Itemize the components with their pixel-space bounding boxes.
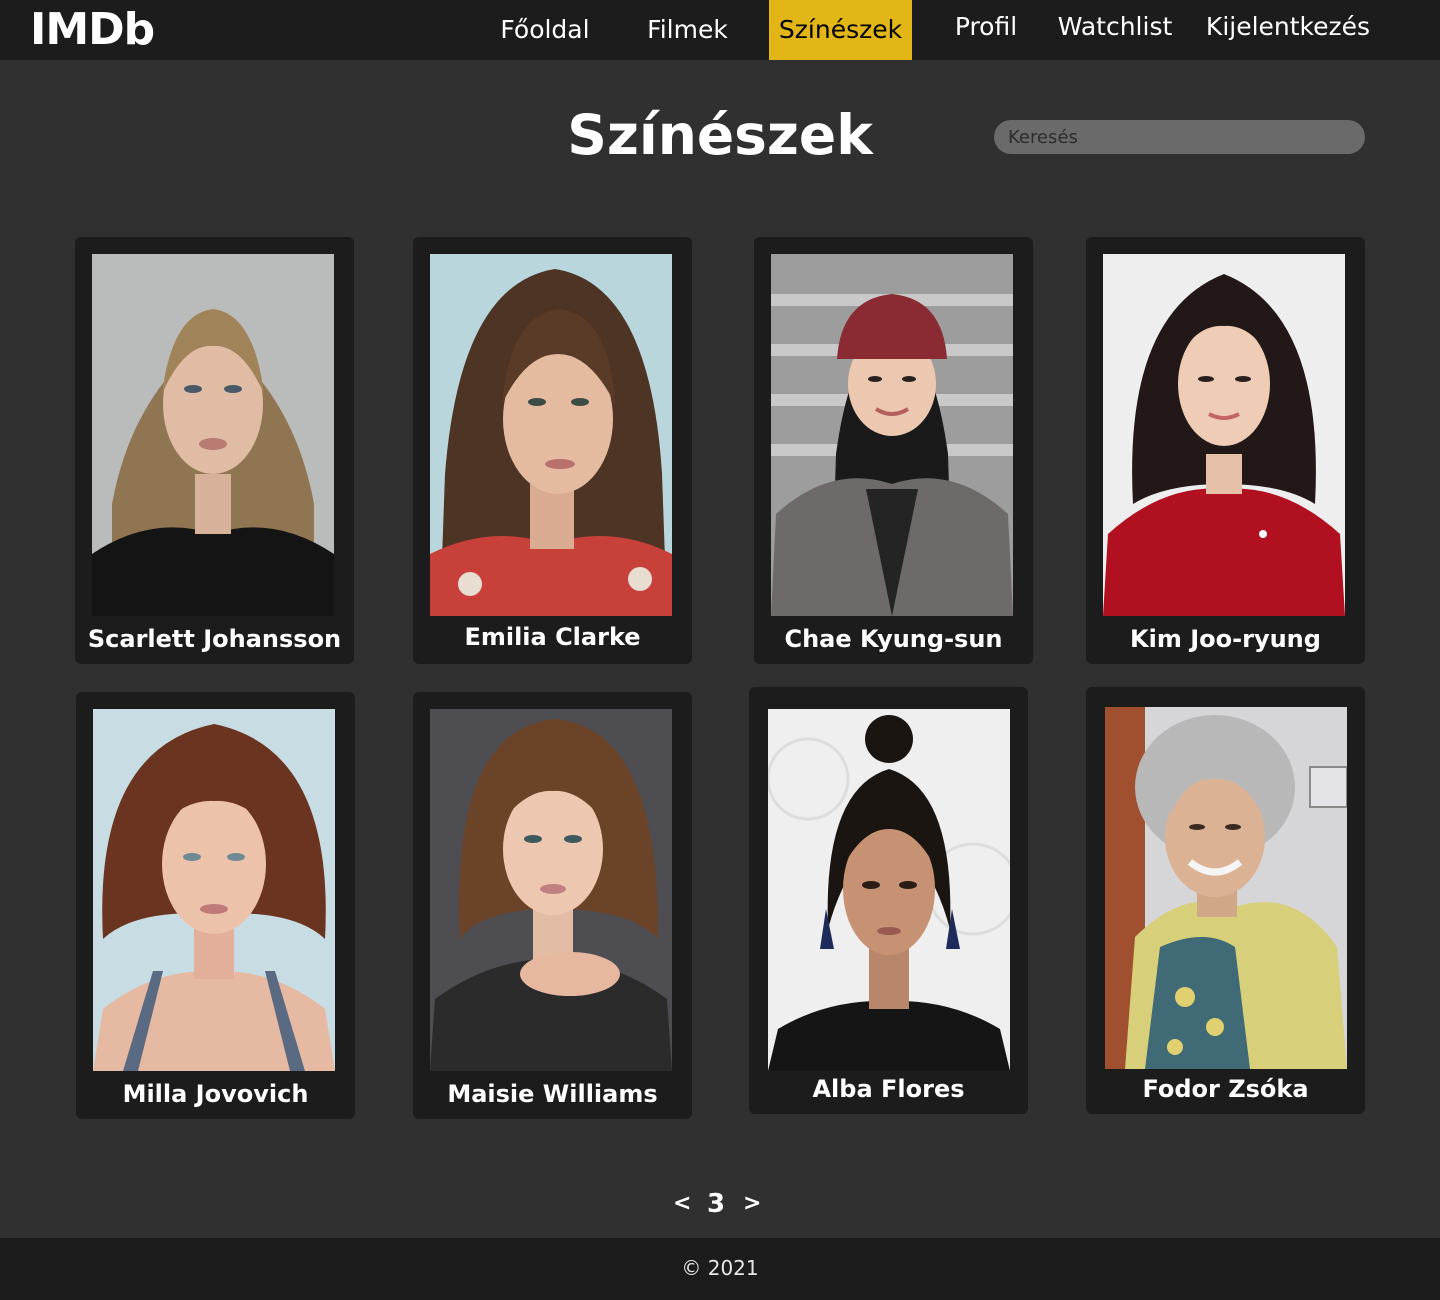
- actor-name: Milla Jovovich: [122, 1080, 309, 1108]
- actor-card[interactable]: Chae Kyung-sun: [754, 237, 1033, 664]
- actor-card[interactable]: Kim Joo-ryung: [1086, 237, 1365, 664]
- nav-item-szineszek[interactable]: Színészek: [769, 0, 912, 60]
- actor-name: Kim Joo-ryung: [1130, 625, 1321, 653]
- nav-item-kijelentkezes[interactable]: Kijelentkezés: [1196, 0, 1380, 57]
- actor-name: Chae Kyung-sun: [784, 625, 1003, 653]
- actor-card[interactable]: Scarlett Johansson: [75, 237, 354, 664]
- imdb-logo[interactable]: IMDb: [30, 4, 155, 56]
- actor-name: Emilia Clarke: [464, 623, 641, 651]
- actor-photo[interactable]: [430, 709, 672, 1071]
- nav-item-filmek[interactable]: Filmek: [630, 0, 745, 60]
- actor-photo[interactable]: [92, 254, 334, 616]
- actor-card[interactable]: Milla Jovovich: [76, 692, 355, 1119]
- navbar: IMDb Főoldal Filmek Színészek Profil Wat…: [0, 0, 1440, 60]
- actor-photo[interactable]: [768, 709, 1010, 1071]
- actor-card[interactable]: Maisie Williams: [413, 692, 692, 1119]
- actor-photo[interactable]: [430, 254, 672, 616]
- copyright-text: © 2021: [681, 1256, 759, 1280]
- actor-name: Scarlett Johansson: [87, 625, 342, 653]
- actor-photo[interactable]: [771, 254, 1013, 616]
- actor-photo[interactable]: [1103, 254, 1345, 616]
- search-input[interactable]: [994, 120, 1365, 154]
- prev-page-button[interactable]: <: [673, 1186, 691, 1222]
- nav-item-fooldal[interactable]: Főoldal: [486, 0, 604, 60]
- next-page-button[interactable]: >: [743, 1186, 761, 1222]
- actor-card[interactable]: Fodor Zsóka: [1086, 687, 1365, 1114]
- footer: © 2021: [0, 1238, 1440, 1300]
- actor-name: Maisie Williams: [447, 1080, 658, 1108]
- actor-card[interactable]: Alba Flores: [749, 687, 1028, 1114]
- actor-photo[interactable]: [1105, 707, 1347, 1069]
- current-page-number: 3: [707, 1189, 726, 1219]
- nav-item-watchlist[interactable]: Watchlist: [1048, 0, 1182, 57]
- actor-card[interactable]: Emilia Clarke: [413, 237, 692, 664]
- nav-item-profil[interactable]: Profil: [940, 0, 1032, 57]
- actor-name: Fodor Zsóka: [1142, 1075, 1309, 1103]
- actor-name: Alba Flores: [812, 1075, 965, 1103]
- actor-photo[interactable]: [93, 709, 335, 1071]
